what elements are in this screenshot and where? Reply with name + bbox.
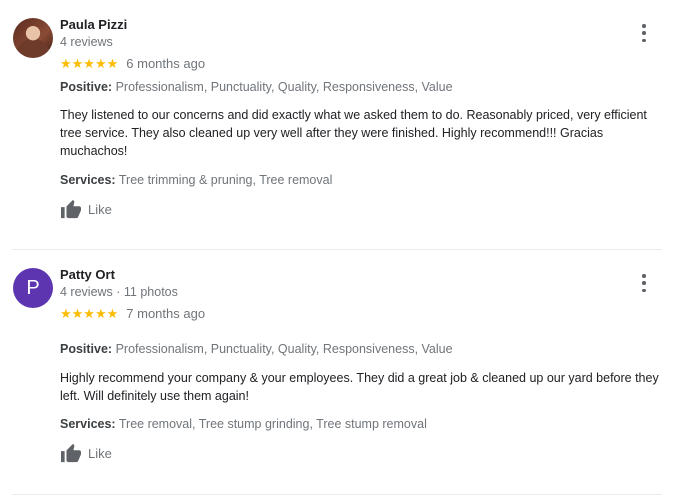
positive-label: Positive: bbox=[60, 80, 113, 94]
services-label: Services: bbox=[60, 417, 116, 431]
thumbs-up-icon bbox=[61, 199, 81, 219]
reviewer-name[interactable]: Patty Ort bbox=[60, 267, 115, 282]
review-card: Paula Pizzi 4 reviews ★★★★★ 6 months ago… bbox=[12, 0, 662, 250]
positive-label: Positive: bbox=[60, 342, 113, 356]
review-text: Highly recommend your company & your emp… bbox=[60, 371, 659, 403]
review-text: They listened to our concerns and did ex… bbox=[60, 108, 647, 158]
positive-attributes: Positive: Professionalism, Punctuality, … bbox=[60, 342, 453, 356]
services-value: Tree trimming & pruning, Tree removal bbox=[118, 173, 333, 187]
rating-row: ★★★★★ 7 months ago bbox=[60, 306, 205, 321]
services: Services: Tree trimming & pruning, Tree … bbox=[60, 173, 332, 187]
like-button[interactable]: Like bbox=[60, 443, 112, 463]
review-date: 6 months ago bbox=[126, 56, 206, 71]
positive-value: Professionalism, Punctuality, Quality, R… bbox=[115, 80, 453, 94]
star-rating: ★★★★★ bbox=[60, 55, 119, 71]
reviewer-meta: 4 reviews bbox=[60, 35, 113, 49]
like-label: Like bbox=[88, 201, 112, 217]
avatar[interactable] bbox=[13, 18, 53, 58]
star-rating: ★★★★★ bbox=[60, 305, 119, 321]
review-card: P Patty Ort 4 reviews · 11 photos ★★★★★ … bbox=[12, 250, 662, 495]
more-options-icon[interactable] bbox=[641, 274, 647, 292]
more-options-icon[interactable] bbox=[641, 24, 647, 42]
avatar[interactable]: P bbox=[13, 268, 53, 308]
rating-row: ★★★★★ 6 months ago bbox=[60, 56, 205, 71]
services-value: Tree removal, Tree stump grinding, Tree … bbox=[118, 417, 427, 431]
positive-value: Professionalism, Punctuality, Quality, R… bbox=[115, 342, 453, 356]
services: Services: Tree removal, Tree stump grind… bbox=[60, 417, 427, 431]
positive-attributes: Positive: Professionalism, Punctuality, … bbox=[60, 80, 453, 94]
services-label: Services: bbox=[60, 173, 116, 187]
like-button[interactable]: Like bbox=[60, 199, 112, 219]
reviewer-name[interactable]: Paula Pizzi bbox=[60, 17, 127, 32]
like-label: Like bbox=[88, 445, 112, 461]
reviewer-meta: 4 reviews · 11 photos bbox=[60, 285, 178, 299]
thumbs-up-icon bbox=[61, 443, 81, 463]
review-date: 7 months ago bbox=[126, 306, 206, 321]
